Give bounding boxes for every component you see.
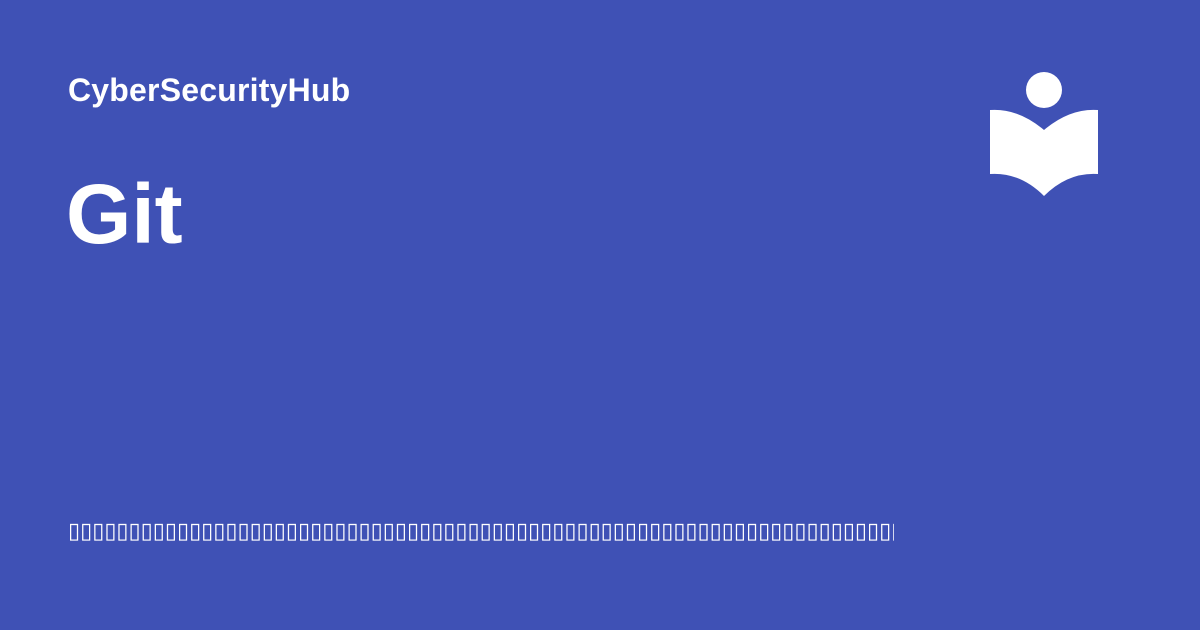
- reader-head-shape: [1026, 72, 1062, 108]
- open-book-shape: [990, 109, 1098, 196]
- page-description: ▯▯▯▯▯▯▯▯▯▯▯▯▯▯▯▯▯▯▯▯▯▯▯▯▯▯▯▯▯▯▯▯▯▯▯▯▯▯▯▯…: [68, 518, 894, 543]
- social-preview-card: CyberSecurityHub Git ▯▯▯▯▯▯▯▯▯▯▯▯▯▯▯▯▯▯▯…: [0, 0, 1200, 630]
- page-title: Git: [66, 167, 183, 261]
- open-book-reader-icon: [990, 72, 1098, 196]
- site-name: CyberSecurityHub: [68, 72, 351, 108]
